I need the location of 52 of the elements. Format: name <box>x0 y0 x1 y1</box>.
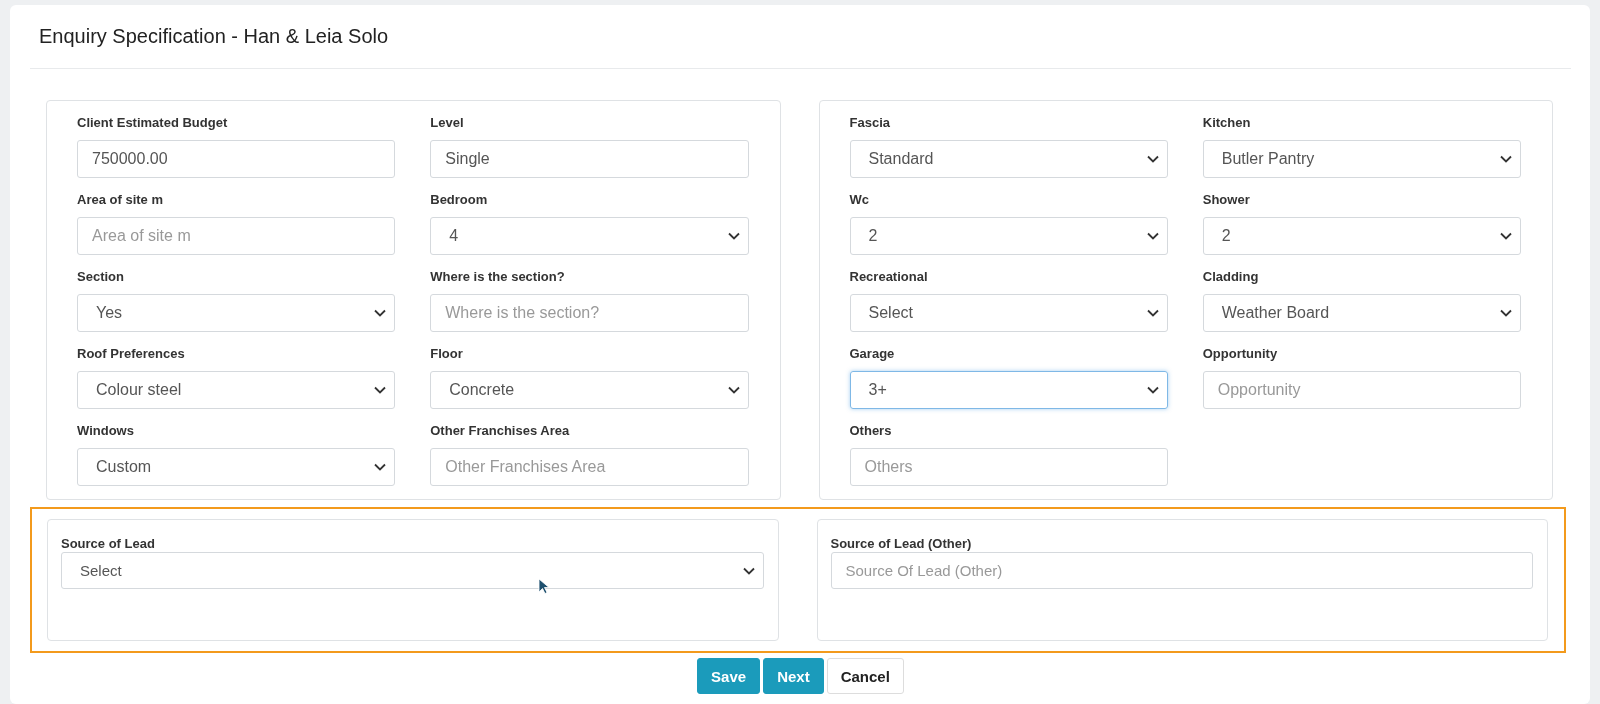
select-field[interactable]: Concrete <box>430 371 749 409</box>
field-label: Area of site m <box>77 192 164 209</box>
select-field[interactable]: Select <box>61 552 764 589</box>
field-label: Recreational <box>849 269 929 286</box>
cancel-button[interactable]: Cancel <box>826 658 904 694</box>
field-label: Shower <box>1202 192 1251 209</box>
field-label: Where is the section? <box>430 269 566 286</box>
field-label: Bedroom <box>430 192 489 209</box>
select-field[interactable]: Yes <box>77 294 396 332</box>
field-label: Section <box>77 269 125 286</box>
field-label: Cladding <box>1202 269 1260 286</box>
chevron-down-icon <box>1146 309 1159 317</box>
field-label: Floor <box>430 346 464 363</box>
chevron-down-icon <box>1146 386 1159 394</box>
select-field[interactable]: 2 <box>849 217 1168 255</box>
input-field[interactable]: 750000.00 <box>77 140 396 178</box>
field-label: Source of Lead <box>61 536 155 551</box>
chevron-down-icon <box>374 386 387 394</box>
chevron-down-icon <box>374 463 387 471</box>
select-field[interactable]: Standard <box>849 140 1168 178</box>
field-label: Wc <box>849 192 870 209</box>
chevron-down-icon <box>1146 232 1159 240</box>
chevron-down-icon <box>727 232 740 240</box>
mouse-cursor-icon <box>538 578 549 594</box>
chevron-down-icon <box>1146 155 1159 163</box>
field-label: Source of Lead (Other) <box>830 536 972 551</box>
select-field[interactable]: Weather Board <box>1202 294 1521 332</box>
field-label: Garage <box>849 346 896 363</box>
select-field[interactable]: Colour steel <box>77 371 396 409</box>
field-label: Client Estimated Budget <box>77 115 229 132</box>
chevron-down-icon <box>374 309 387 317</box>
field-label: Level <box>430 115 465 132</box>
select-field[interactable]: 3+ <box>849 371 1168 409</box>
select-field[interactable]: Select <box>849 294 1168 332</box>
page-title: Enquiry Specification - Han & Leia Solo <box>38 25 389 48</box>
chevron-down-icon <box>1500 232 1512 240</box>
chevron-down-icon <box>1500 155 1512 163</box>
select-field[interactable]: Custom <box>77 448 396 486</box>
field-label: Kitchen <box>1202 115 1252 132</box>
field-label: Windows <box>77 423 135 440</box>
chevron-down-icon <box>1500 309 1512 317</box>
select-field[interactable]: Butler Pantry <box>1202 140 1521 178</box>
select-field[interactable]: 4 <box>430 217 749 255</box>
chevron-down-icon <box>742 566 755 575</box>
select-field[interactable]: 2 <box>1202 217 1521 255</box>
field-label: Other Franchises Area <box>430 423 571 440</box>
input-field[interactable]: Single <box>430 140 749 178</box>
field-label: Fascia <box>849 115 891 132</box>
chevron-down-icon <box>727 386 740 394</box>
field-label: Roof Preferences <box>77 346 186 363</box>
field-label: Opportunity <box>1202 346 1279 363</box>
field-label: Others <box>849 423 893 440</box>
